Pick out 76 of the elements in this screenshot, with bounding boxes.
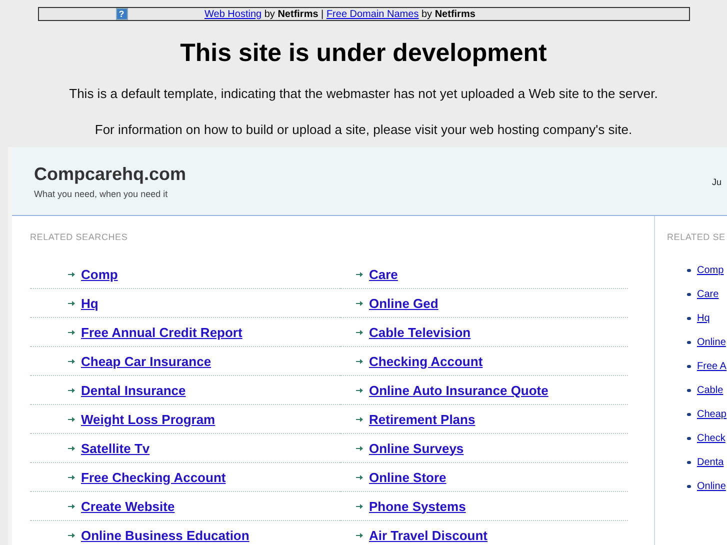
arrow-icon <box>68 474 75 480</box>
arrow-icon <box>356 502 363 510</box>
search-link[interactable]: Hq <box>697 313 710 324</box>
search-link[interactable]: Dental Insurance <box>81 382 186 398</box>
page-heading: This site is under development <box>180 39 547 68</box>
search-link[interactable]: Free Annual Credit Report <box>81 324 242 340</box>
search-link[interactable]: Check <box>697 433 726 444</box>
arrow-icon <box>68 358 75 364</box>
search-link[interactable]: Care <box>697 289 719 300</box>
search-link[interactable]: Air Travel Discount <box>369 528 488 542</box>
arrow-icon <box>68 300 75 306</box>
bullet-icon <box>687 461 691 464</box>
bullet-icon <box>687 317 691 320</box>
site-title: Compcarehq.com <box>34 164 186 184</box>
arrow-icon <box>356 532 363 538</box>
search-link[interactable]: Retirement Plans <box>369 412 476 426</box>
arrow-icon <box>68 270 75 278</box>
search-link[interactable]: Online Store <box>369 470 446 484</box>
help-icon: ? <box>116 8 128 20</box>
search-link[interactable]: Weight Loss Program <box>81 412 216 426</box>
arrow-icon <box>68 328 75 336</box>
search-link[interactable]: Care <box>369 266 398 282</box>
search-link[interactable]: Free A <box>697 361 726 372</box>
section-label: RELATED SEARCHES <box>30 232 129 242</box>
search-link[interactable]: Comp <box>697 265 724 276</box>
brand-text: Netfirms <box>434 8 476 20</box>
bullet-icon <box>687 293 691 296</box>
arrow-icon <box>356 328 363 336</box>
arrow-icon <box>68 386 75 394</box>
search-link[interactable]: Cheap <box>697 409 726 420</box>
arrow-icon <box>356 474 363 480</box>
arrow-icon <box>356 270 363 278</box>
arrow-icon <box>68 416 75 422</box>
arrow-icon <box>356 416 363 422</box>
search-link[interactable]: Online Business Education <box>81 528 250 542</box>
arrow-icon <box>68 532 75 538</box>
search-link[interactable]: Online Ged <box>369 296 438 310</box>
search-link[interactable]: Cable <box>697 385 724 396</box>
arrow-icon <box>356 358 363 364</box>
arrow-icon <box>68 444 75 452</box>
info-text: This is a default template, indicating that the webmaster has not yet uploaded a Web site to the server. <box>69 86 658 101</box>
arrow-icon <box>356 300 363 306</box>
search-link[interactable]: Create Website <box>81 498 175 514</box>
search-link[interactable]: Checking Account <box>369 354 483 368</box>
bullet-icon <box>687 341 691 344</box>
search-link[interactable]: Phone Systems <box>369 498 466 514</box>
by-text: by <box>263 8 276 20</box>
bullet-icon <box>687 365 691 368</box>
banner-link[interactable]: Web Hosting <box>204 8 262 20</box>
brand-text: Netfirms <box>278 8 318 20</box>
search-link[interactable]: Comp <box>81 266 118 282</box>
search-link[interactable]: Cheap Car Insurance <box>81 354 212 368</box>
bullet-icon <box>687 389 691 392</box>
info-text: For information on how to build or upload a site, please visit your web hosting company's site. <box>94 122 632 137</box>
bullet-icon <box>687 269 691 272</box>
by-text: by <box>420 8 434 20</box>
section-label: RELATED SE <box>667 232 726 242</box>
arrow-icon <box>356 386 363 394</box>
bullet-icon <box>687 437 691 440</box>
search-link[interactable]: Denta <box>697 457 724 468</box>
arrow-icon <box>356 444 363 452</box>
search-link[interactable]: Cable Television <box>369 324 471 340</box>
search-link[interactable]: Online <box>697 337 726 348</box>
search-link[interactable]: Online <box>697 481 726 492</box>
banner-link[interactable]: Free Domain Names <box>326 8 419 20</box>
search-link[interactable]: Online Auto Insurance Quote <box>369 382 548 398</box>
bullet-icon <box>687 413 691 416</box>
search-link[interactable]: Free Checking Account <box>81 470 226 484</box>
search-link[interactable]: Satellite Tv <box>81 440 150 456</box>
bullet-icon <box>687 485 691 488</box>
search-link[interactable]: Online Surveys <box>369 440 464 456</box>
separator-text: | <box>320 8 325 20</box>
search-link[interactable]: Hq <box>81 296 98 310</box>
arrow-icon <box>68 502 75 510</box>
header-text: Ju <box>712 177 722 187</box>
site-tagline: What you need, when you need it <box>34 188 169 198</box>
